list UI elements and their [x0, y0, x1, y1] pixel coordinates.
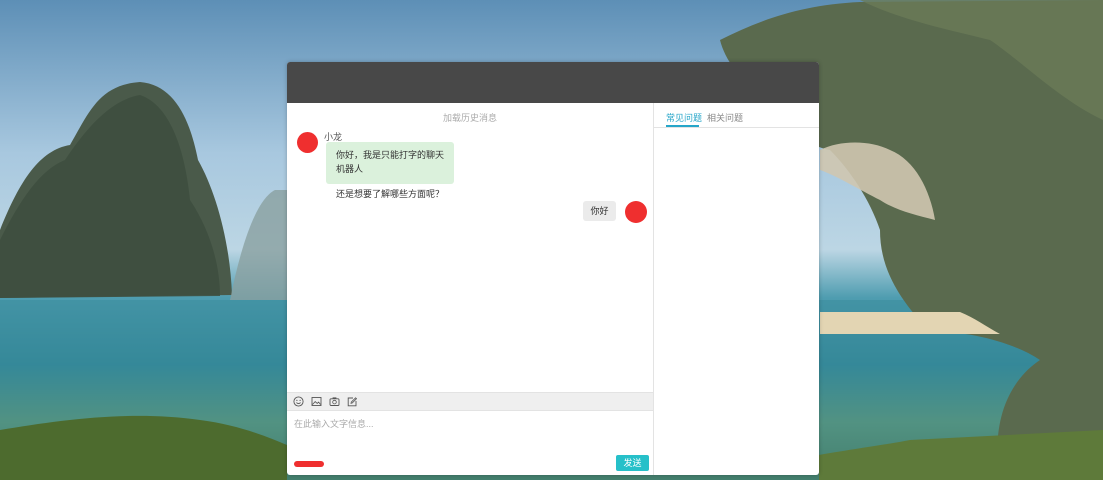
- chat-window: 加载历史消息 小龙 你好，我是只能打字的聊天机器人 还是想要了解哪些方面呢？ 你…: [287, 62, 819, 475]
- faq-panel: 常见问题 相关问题: [654, 103, 819, 475]
- smiley-icon[interactable]: [293, 396, 304, 407]
- bot-avatar: [297, 132, 318, 153]
- load-history-link[interactable]: 加载历史消息: [287, 111, 653, 124]
- user-avatar: [625, 201, 647, 223]
- camera-icon[interactable]: [329, 396, 340, 407]
- faq-tabs: 常见问题 相关问题: [654, 103, 819, 128]
- window-title-bar[interactable]: [287, 62, 819, 103]
- tab-related-questions[interactable]: 相关问题: [707, 111, 743, 124]
- incoming-message-line: 你好，我是只能打字的聊天机器人: [336, 150, 445, 174]
- message-toolbar: [287, 392, 653, 411]
- active-tab-indicator: [666, 125, 699, 127]
- image-icon[interactable]: [311, 396, 322, 407]
- send-button[interactable]: 发送: [616, 455, 649, 471]
- message-input[interactable]: [287, 411, 653, 451]
- edit-icon[interactable]: [347, 396, 358, 407]
- incoming-message-bubble: 你好，我是只能打字的聊天机器人 还是想要了解哪些方面呢？: [326, 142, 454, 199]
- chat-panel: 加载历史消息 小龙 你好，我是只能打字的聊天机器人 还是想要了解哪些方面呢？ 你…: [287, 103, 654, 475]
- outgoing-message-bubble: 你好: [583, 201, 616, 221]
- tab-common-questions[interactable]: 常见问题: [666, 111, 702, 124]
- redacted-text: [294, 461, 324, 467]
- incoming-message-line: 还是想要了解哪些方面呢？: [336, 189, 445, 199]
